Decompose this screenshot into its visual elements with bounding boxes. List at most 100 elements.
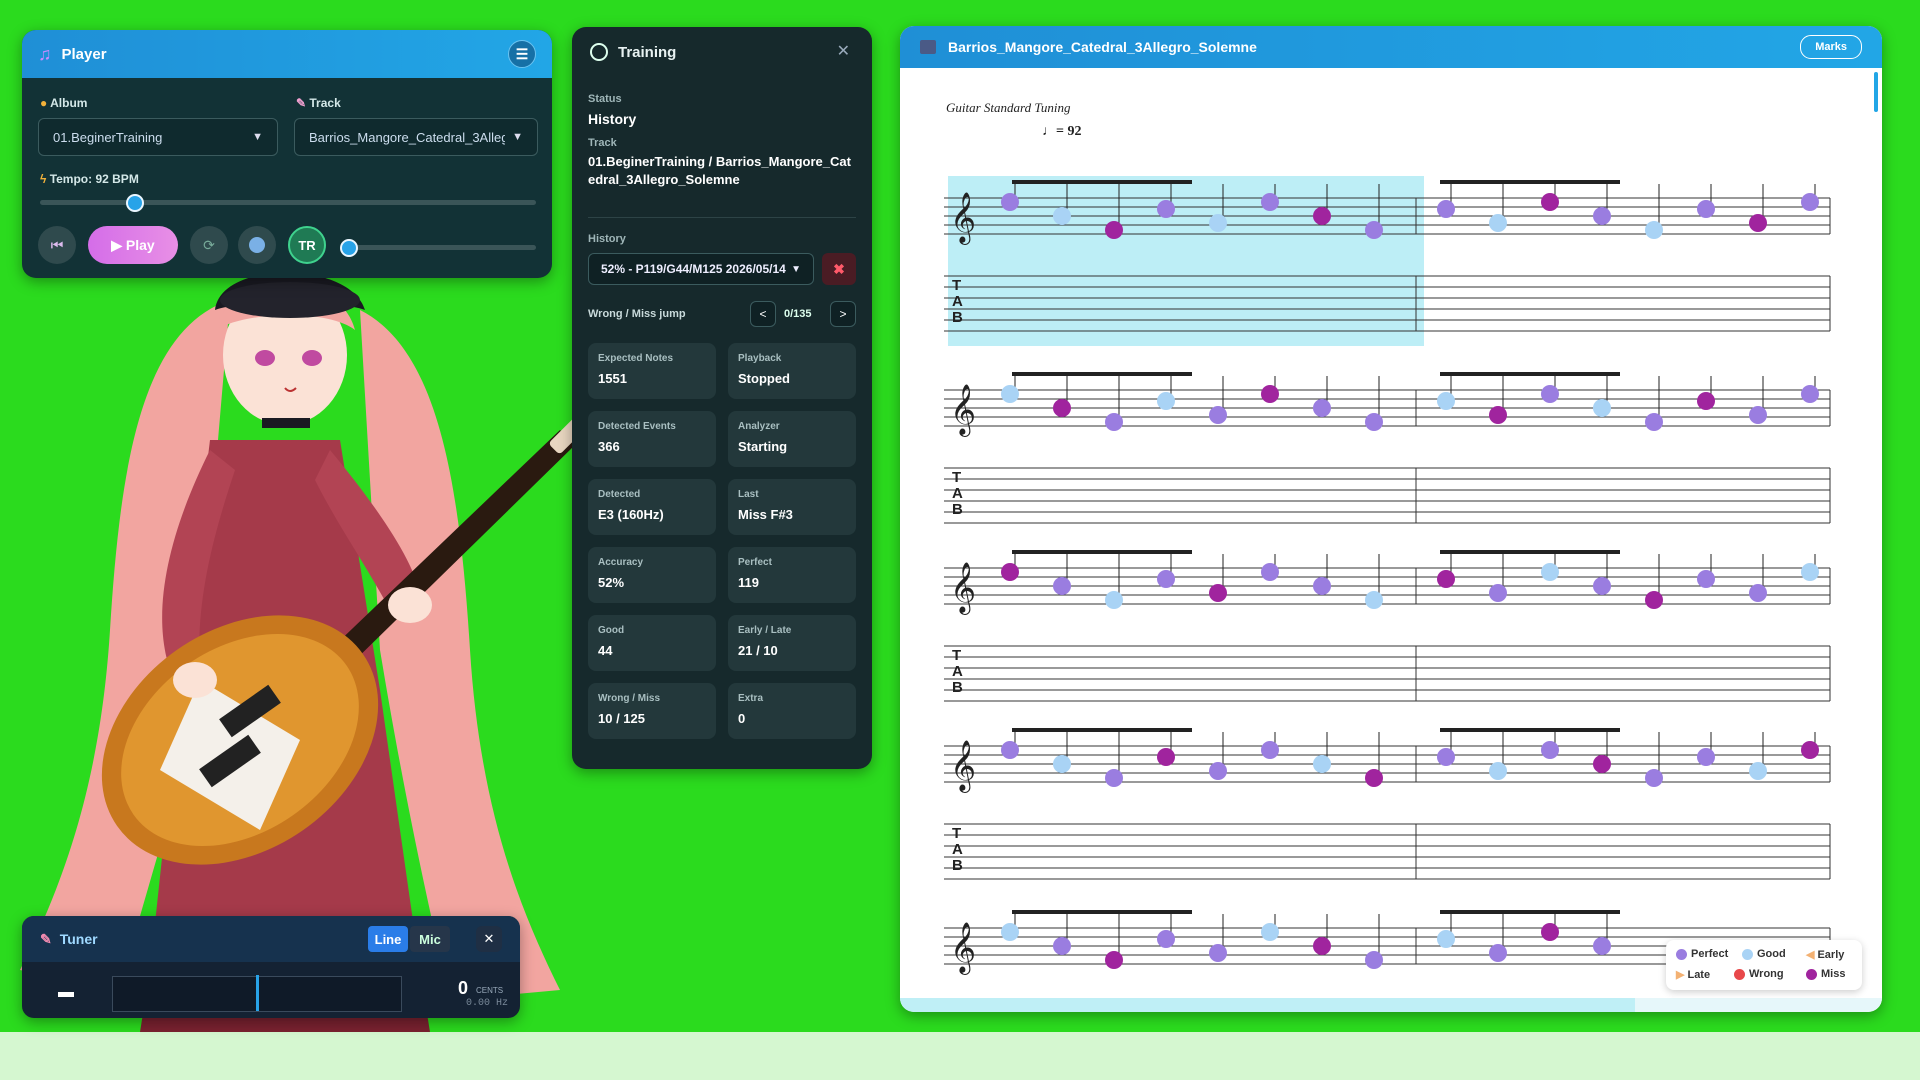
note-mark bbox=[1053, 577, 1071, 595]
note-mark bbox=[1593, 755, 1611, 773]
note-mark bbox=[1801, 385, 1819, 403]
tempo-slider-knob[interactable] bbox=[126, 194, 144, 212]
beam bbox=[1440, 728, 1620, 732]
note-mark bbox=[1053, 937, 1071, 955]
avatar-button[interactable] bbox=[238, 226, 276, 264]
note-mark bbox=[1541, 741, 1559, 759]
previous-button[interactable]: ⏮ bbox=[38, 226, 76, 264]
score-notation[interactable]: 𝄞TAB𝄞TAB𝄞TAB𝄞TAB𝄞 bbox=[900, 68, 1882, 1012]
track-value: 01.BeginerTraining / Barrios_Mangore_Cat… bbox=[588, 154, 851, 187]
marks-button[interactable]: Marks bbox=[1800, 35, 1862, 59]
score-title: Barrios_Mangore_Catedral_3Allegro_Solemn… bbox=[948, 39, 1257, 55]
note-mark bbox=[1541, 923, 1559, 941]
score-icon bbox=[920, 40, 936, 54]
legend-perfect: Perfect bbox=[1676, 948, 1728, 960]
stat-playback: Playback Stopped bbox=[728, 343, 856, 399]
x-icon bbox=[1734, 968, 1745, 980]
note-mark bbox=[1365, 769, 1383, 787]
volume-slider-knob[interactable] bbox=[340, 239, 358, 257]
music-note-icon: ♫ bbox=[38, 43, 52, 64]
tab-clef: T bbox=[952, 647, 961, 664]
beam bbox=[1012, 728, 1192, 732]
note-mark bbox=[1749, 584, 1767, 602]
album-icon: ● bbox=[40, 96, 51, 110]
note-mark bbox=[1697, 200, 1715, 218]
line-toggle[interactable]: Line bbox=[368, 926, 408, 952]
note-mark bbox=[1001, 563, 1019, 581]
arrow-right-icon: ▶ bbox=[1676, 969, 1685, 981]
score-progress[interactable] bbox=[900, 998, 1635, 1012]
play-button[interactable]: ▶ Play bbox=[88, 226, 178, 264]
chevron-down-icon: ▼ bbox=[791, 263, 801, 275]
score-header: Barrios_Mangore_Catedral_3Allegro_Solemn… bbox=[900, 26, 1882, 68]
avatar-icon bbox=[249, 237, 265, 253]
tab-clef: T bbox=[952, 825, 961, 842]
cents-value: 0 bbox=[458, 978, 469, 998]
circle-icon bbox=[1742, 948, 1753, 960]
note-mark bbox=[1053, 755, 1071, 773]
mic-toggle[interactable]: Mic bbox=[410, 926, 450, 952]
beam bbox=[1012, 180, 1192, 184]
note-mark bbox=[1541, 193, 1559, 211]
loop-button[interactable]: ⟳ bbox=[190, 226, 228, 264]
note-mark bbox=[1437, 748, 1455, 766]
status-value: History bbox=[588, 111, 637, 127]
treble-clef: 𝄞 bbox=[950, 562, 976, 615]
beam bbox=[1012, 910, 1192, 914]
history-select[interactable]: 52% - P119/G44/M125 2026/05/14 ▼ bbox=[588, 253, 814, 285]
tab-clef: T bbox=[952, 469, 961, 486]
tr-button[interactable]: TR bbox=[288, 226, 326, 264]
note-mark bbox=[1437, 392, 1455, 410]
note-mark bbox=[1313, 207, 1331, 225]
note-mark bbox=[1261, 923, 1279, 941]
note-mark bbox=[1801, 193, 1819, 211]
note-mark bbox=[1313, 399, 1331, 417]
note-mark bbox=[1157, 570, 1175, 588]
note-mark bbox=[1749, 406, 1767, 424]
treble-clef: 𝄞 bbox=[950, 922, 976, 975]
album-select[interactable]: 01.BeginerTraining ▼ bbox=[38, 118, 278, 156]
note-mark bbox=[1365, 591, 1383, 609]
note-mark bbox=[1437, 570, 1455, 588]
close-icon[interactable]: ✕ bbox=[476, 926, 502, 952]
stat-wrong-miss: Wrong / Miss 10 / 125 bbox=[588, 683, 716, 739]
note-mark bbox=[1209, 214, 1227, 232]
note-mark bbox=[1261, 563, 1279, 581]
marks-legend: Perfect Good ◀ Early ▶ Late Wrong Miss bbox=[1666, 940, 1862, 990]
close-icon[interactable]: ✕ bbox=[837, 41, 850, 61]
track-select[interactable]: Barrios_Mangore_Catedral_3Allegro_Solemn… bbox=[294, 118, 538, 156]
tab-clef: T bbox=[952, 277, 961, 294]
note-mark bbox=[1313, 937, 1331, 955]
legend-good: Good bbox=[1742, 948, 1786, 960]
jump-next-button[interactable]: > bbox=[830, 301, 856, 327]
note-mark bbox=[1313, 577, 1331, 595]
note-mark bbox=[1157, 930, 1175, 948]
track-label: Track bbox=[588, 137, 617, 149]
history-label: History bbox=[588, 233, 626, 245]
note-mark bbox=[1105, 221, 1123, 239]
volume-slider[interactable] bbox=[342, 245, 536, 250]
score-progress-rest bbox=[1635, 998, 1882, 1012]
note-mark bbox=[1365, 951, 1383, 969]
note-mark bbox=[1437, 200, 1455, 218]
note-mark bbox=[1593, 577, 1611, 595]
delete-history-button[interactable]: ✖ bbox=[822, 253, 856, 285]
jump-counter: 0/135 bbox=[784, 308, 812, 320]
stat-good: Good 44 bbox=[588, 615, 716, 671]
jump-prev-button[interactable]: < bbox=[750, 301, 776, 327]
tempo-slider[interactable] bbox=[40, 200, 536, 205]
stat-analyzer: Analyzer Starting bbox=[728, 411, 856, 467]
beam bbox=[1012, 550, 1192, 554]
legend-wrong: Wrong bbox=[1734, 968, 1784, 980]
note-mark bbox=[1593, 937, 1611, 955]
track-label: ✎ Track bbox=[296, 96, 341, 110]
note-mark bbox=[1749, 214, 1767, 232]
status-label: Status bbox=[588, 93, 622, 105]
note-mark bbox=[1105, 413, 1123, 431]
treble-clef: 𝄞 bbox=[950, 740, 976, 793]
stat-last: Last Miss F#3 bbox=[728, 479, 856, 535]
stat-perfect: Perfect 119 bbox=[728, 547, 856, 603]
legend-early: ◀ Early bbox=[1806, 948, 1845, 962]
menu-icon[interactable]: ☰ bbox=[508, 40, 536, 68]
note-mark bbox=[1053, 399, 1071, 417]
